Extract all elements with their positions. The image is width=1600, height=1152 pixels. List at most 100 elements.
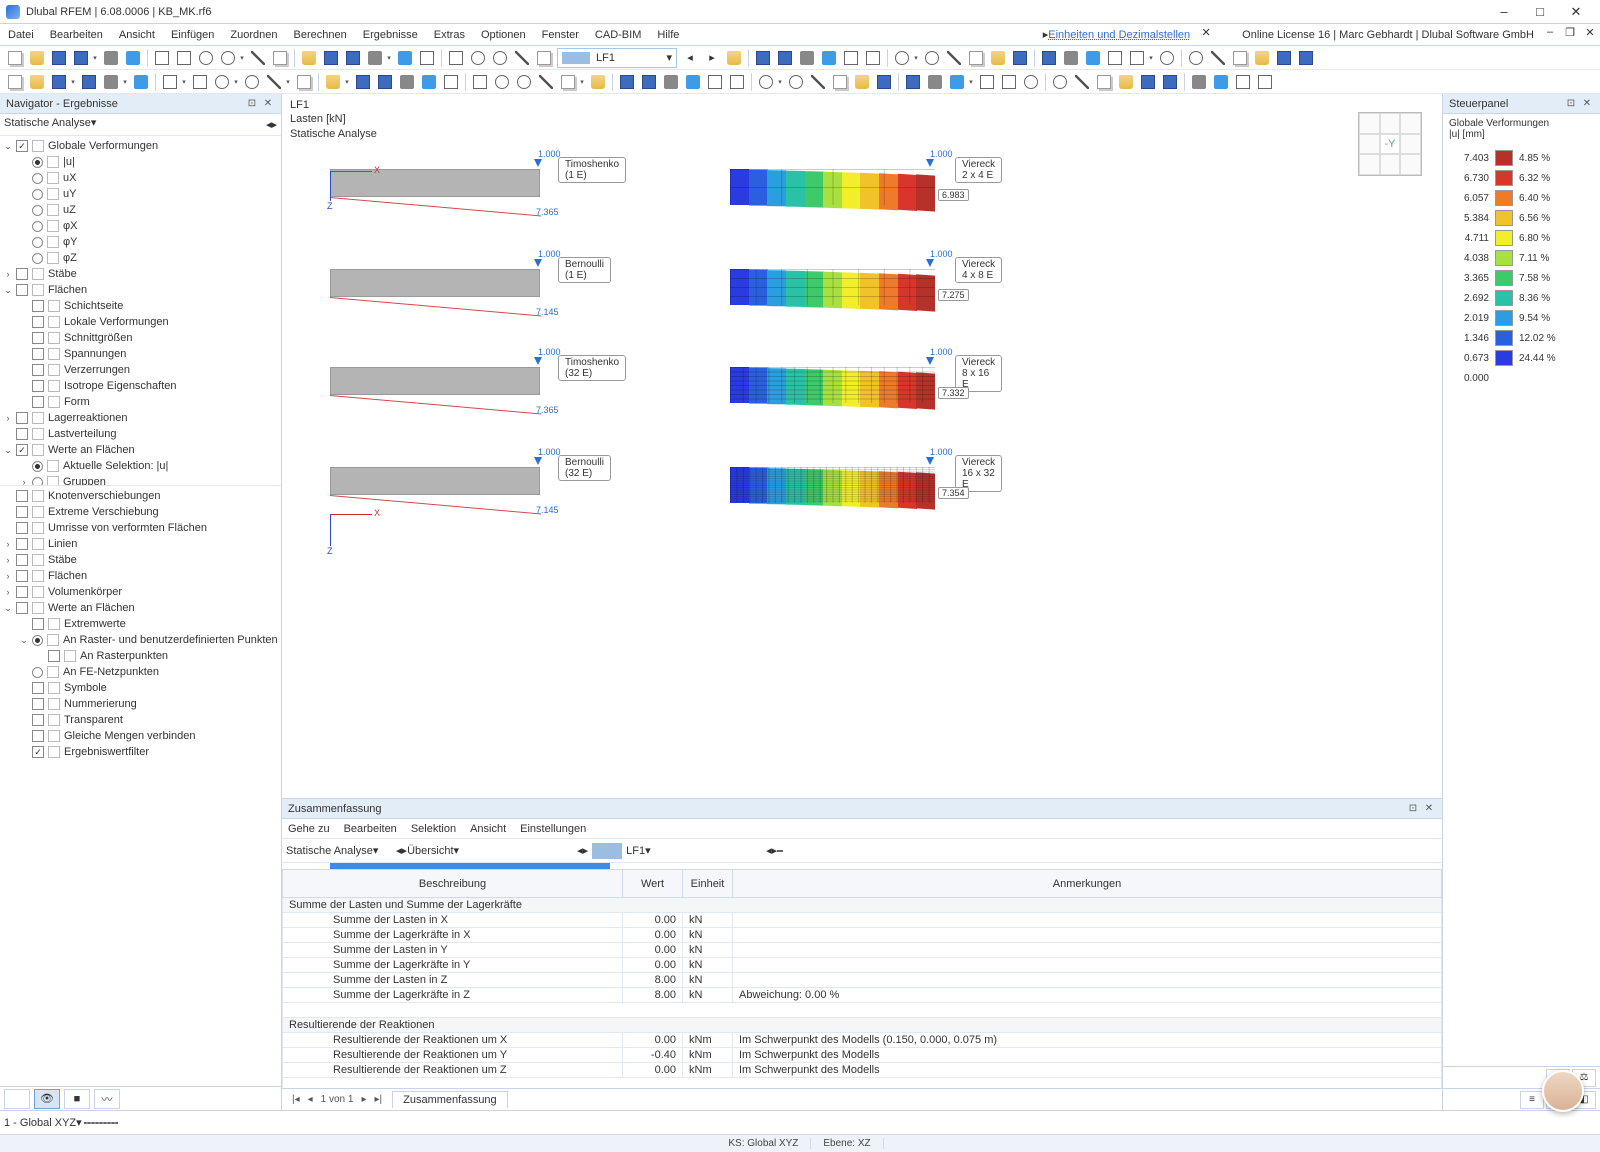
tool-button-51[interactable]	[1255, 72, 1275, 92]
tool-button-37[interactable]	[925, 72, 945, 92]
tool-button-24[interactable]	[617, 72, 637, 92]
tool-button-2[interactable]	[49, 48, 69, 68]
pin-icon[interactable]: ⊡	[1564, 97, 1578, 111]
tool-button-28[interactable]	[705, 72, 725, 92]
menu-cad-bim[interactable]: CAD-BIM	[587, 24, 649, 45]
tool-button-9[interactable]	[242, 72, 262, 92]
summary-table[interactable]: BeschreibungWertEinheitAnmerkungen Summe…	[282, 869, 1442, 1088]
tree-item[interactable]: ›Volumenkörper	[0, 584, 281, 600]
tool-button-12[interactable]	[323, 72, 343, 92]
checkbox[interactable]	[16, 538, 28, 550]
tool-button-45[interactable]	[1252, 48, 1272, 68]
checkbox[interactable]	[16, 412, 28, 424]
menu-bearbeiten[interactable]: Bearbeiten	[42, 24, 111, 45]
pager-next[interactable]: ▸	[357, 1094, 370, 1105]
tool-button-12[interactable]	[299, 48, 319, 68]
tool-button-9[interactable]	[218, 48, 238, 68]
checkbox[interactable]	[32, 396, 44, 408]
tool-button-28[interactable]	[841, 48, 861, 68]
summary-menu-selektion[interactable]: Selektion	[411, 823, 456, 835]
tree-item[interactable]: Knotenverschiebungen	[0, 488, 281, 504]
tool-button-50[interactable]	[1233, 72, 1253, 92]
maximize-button[interactable]: □	[1522, 1, 1558, 23]
tree-item[interactable]: ›Lagerreaktionen	[0, 410, 281, 426]
summary-menu-ansicht[interactable]: Ansicht	[470, 823, 506, 835]
tool-button-15[interactable]	[365, 48, 385, 68]
tool-button-39[interactable]	[977, 72, 997, 92]
minimize-button[interactable]: –	[1486, 1, 1522, 23]
tool-button-29[interactable]	[727, 72, 747, 92]
checkbox[interactable]	[16, 522, 28, 534]
tool-button-13[interactable]	[321, 48, 341, 68]
tool-button-32[interactable]	[808, 72, 828, 92]
nav-cube[interactable]: -Y	[1358, 112, 1422, 176]
tool-button-40[interactable]	[1127, 48, 1147, 68]
menu-hilfe[interactable]: Hilfe	[649, 24, 687, 45]
tool-button-49[interactable]	[1211, 72, 1231, 92]
nav-tab-3[interactable]: ■	[64, 1089, 90, 1109]
tree-item[interactable]: |u|	[16, 154, 281, 170]
menu-berechnen[interactable]: Berechnen	[286, 24, 355, 45]
tool-button-38[interactable]	[1083, 48, 1103, 68]
pin-icon[interactable]: ⊡	[1406, 802, 1420, 816]
checkbox[interactable]	[16, 140, 28, 152]
tool-button-44[interactable]	[1094, 72, 1114, 92]
tree-item[interactable]: Verzerrungen	[16, 362, 281, 378]
checkbox[interactable]	[16, 586, 28, 598]
close-button[interactable]: ✕	[1558, 1, 1594, 23]
tool-button-29[interactable]	[863, 48, 883, 68]
mdi-minimize-icon[interactable]: –	[1542, 24, 1558, 40]
radio[interactable]	[32, 635, 43, 646]
checkbox[interactable]	[16, 602, 28, 614]
pin-icon[interactable]: ⊡	[245, 97, 259, 111]
tree-item[interactable]: Extremwerte	[16, 616, 281, 632]
tree-item[interactable]: Schnittgrößen	[16, 330, 281, 346]
tree-item[interactable]: An Rasterpunkten	[32, 648, 281, 664]
tool-button-42[interactable]	[1186, 48, 1206, 68]
tree-item[interactable]: ›Gruppen	[16, 474, 281, 486]
checkbox[interactable]	[48, 650, 60, 662]
checkbox[interactable]	[16, 268, 28, 280]
tool-button-1[interactable]	[27, 72, 47, 92]
sum-next2[interactable]: ▸	[583, 844, 589, 857]
checkbox[interactable]	[32, 380, 44, 392]
radio[interactable]	[32, 461, 43, 472]
tool-button-8[interactable]	[212, 72, 232, 92]
panel-close-icon[interactable]: ✕	[1580, 97, 1594, 111]
tree-item[interactable]: ›Stäbe	[0, 266, 281, 282]
menu-ansicht[interactable]: Ansicht	[111, 24, 163, 45]
checkbox[interactable]	[32, 364, 44, 376]
analysis-combo[interactable]: Statische Analyse▾	[4, 116, 266, 134]
tool-button-3[interactable]	[79, 72, 99, 92]
tree-item[interactable]: Form	[16, 394, 281, 410]
tool-button-23[interactable]	[588, 72, 608, 92]
tree-item[interactable]: Transparent	[16, 712, 281, 728]
tool-button-48[interactable]	[1189, 72, 1209, 92]
tool-button-31[interactable]	[922, 48, 942, 68]
tool-button-21[interactable]	[512, 48, 532, 68]
tool-button-22[interactable]	[534, 48, 554, 68]
tree-item[interactable]: uX	[16, 170, 281, 186]
radio[interactable]	[32, 189, 43, 200]
tree-item[interactable]: uZ	[16, 202, 281, 218]
menu-optionen[interactable]: Optionen	[473, 24, 534, 45]
radio[interactable]	[32, 173, 43, 184]
steuer-tab-3[interactable]: ≡	[1520, 1091, 1544, 1109]
tool-button-44[interactable]	[1230, 48, 1250, 68]
tool-button-42[interactable]	[1050, 72, 1070, 92]
tool-button-35[interactable]	[874, 72, 894, 92]
tool-button-19[interactable]	[468, 48, 488, 68]
summary-menu-bearbeiten[interactable]: Bearbeiten	[344, 823, 397, 835]
menu-ergebnisse[interactable]: Ergebnisse	[355, 24, 426, 45]
tool-button-24[interactable]	[753, 48, 773, 68]
tool-button-0[interactable]	[5, 72, 25, 92]
checkbox[interactable]	[32, 682, 44, 694]
tool-button-40[interactable]	[999, 72, 1019, 92]
tree-item[interactable]: ⌄Flächen	[0, 282, 281, 298]
tool-button-14[interactable]	[375, 72, 395, 92]
tool-button-21[interactable]	[536, 72, 556, 92]
tool-button-6[interactable]	[152, 48, 172, 68]
tool-button-6[interactable]	[160, 72, 180, 92]
tool-button-25[interactable]	[775, 48, 795, 68]
menu-einfügen[interactable]: Einfügen	[163, 24, 222, 45]
